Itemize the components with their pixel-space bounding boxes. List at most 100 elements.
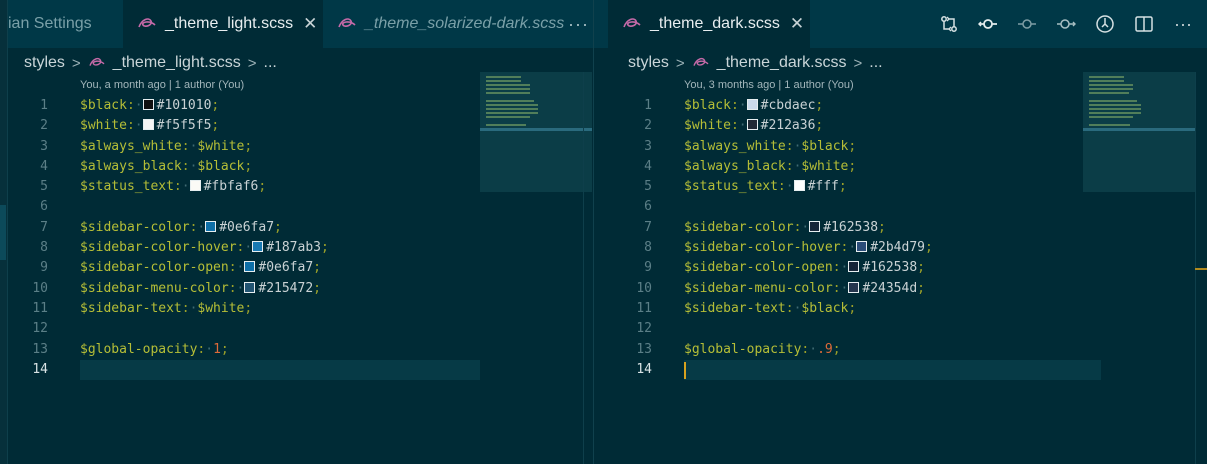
breadcrumb-symbol[interactable]: ... [869,54,882,72]
color-swatch[interactable] [142,119,154,131]
semicolon-token: ; [244,158,253,174]
line-number: 1 [644,98,652,113]
line-number: 3 [644,138,652,154]
timeline-icon[interactable] [1093,12,1117,36]
blame-annotation[interactable]: You, a month ago | 1 author (You) [80,79,244,91]
color-swatch[interactable] [252,241,264,253]
breadcrumb-file[interactable]: _theme_light.scss [113,54,241,72]
colon-token: : [777,179,786,195]
editor-group-left: ian Settings _theme_light.scss ✕ _theme_… [8,0,593,464]
code-editor-right[interactable]: 1 $black:· #cbdaec; 2 $white:· #212a36; 3 $alwa… [612,96,1101,381]
code-editor-left[interactable]: 1 $black:· #101010; 2 $white:· #f5f5f5; 3 $alwa… [8,96,480,381]
whitespace-dot: · [134,118,143,134]
color-swatch[interactable] [793,180,805,192]
code-line: 1 $black:· #cbdaec; [612,96,1101,116]
breadcrumb-file[interactable]: _theme_dark.scss [717,54,847,72]
colon-token: : [730,98,739,113]
minimap-line [1089,80,1124,82]
color-swatch[interactable] [746,99,758,110]
minimap-line [1089,88,1134,90]
split-editor-icon[interactable] [1132,12,1156,36]
whitespace-dot: · [738,118,747,134]
code-line: 3 $always_white:·$white; [8,137,480,157]
close-icon[interactable]: ✕ [790,14,804,34]
tab-theme-dark[interactable]: _theme_dark.scss ✕ [608,0,810,48]
minimap-right[interactable] [1083,72,1195,192]
color-swatch[interactable] [189,180,201,192]
variable-name: $sidebar-color [684,219,794,235]
value-token: $white [197,138,245,154]
value-token: #0e6fa7 [219,219,275,235]
variable-name: $white [684,118,731,134]
color-swatch[interactable] [848,281,860,293]
code-line: 8 $sidebar-color-hover:· #187ab3; [8,238,480,258]
colon-token: : [785,300,794,316]
breadcrumb-symbol[interactable]: ... [264,54,277,72]
tab-theme-light[interactable]: _theme_light.scss ✕ [123,0,323,48]
code-line: 13 $global-opacity:·.9; [612,340,1101,360]
code-line: 1 $black:· #101010; [8,96,480,116]
value-token: #fff [807,179,839,195]
variable-name: $sidebar-menu-color [684,280,833,296]
whitespace-dot: · [848,240,857,256]
line-number: 2 [40,118,48,134]
semicolon-token: ; [244,300,253,316]
breadcrumb: styles > _theme_light.scss > ... [24,52,277,74]
color-swatch[interactable] [244,261,256,273]
minimap-line [486,84,531,86]
code-text: $sidebar-menu-color:· #24354d; [684,279,925,299]
editor-group-right: _theme_dark.scss ✕ ··· styles > _theme_d… [594,0,1207,464]
close-icon[interactable]: ✕ [303,14,317,34]
blame-annotation[interactable]: You, 3 months ago | 1 author (You) [684,79,854,91]
colon-token: : [181,138,190,154]
tab-bar-right: _theme_dark.scss ✕ ··· [594,0,1207,48]
minimap-line [1089,92,1129,94]
scroll-indicator [1195,268,1207,270]
tab-settings[interactable]: ian Settings [8,0,123,48]
value-token: #101010 [156,98,212,113]
value-token: 1 [213,341,221,357]
code-line: 2 $white:· #212a36; [612,116,1101,136]
code-line: 12 [612,319,1101,339]
minimap-cursor-line [1083,128,1195,131]
line-number: 9 [40,260,48,276]
scrollbar-left[interactable] [583,72,593,464]
whitespace-dot: · [205,341,214,357]
tab-theme-solarized-dark[interactable]: _theme_solarized-dark.scss [323,0,565,48]
variable-name: $always_white [684,138,786,154]
text-cursor [684,361,686,379]
chevron-right-icon: > [71,54,81,72]
sass-file-icon [623,18,641,28]
more-actions-icon[interactable]: ··· [568,14,589,35]
compare-changes-icon[interactable] [937,12,961,36]
tab-label: _theme_solarized-dark.scss [365,15,565,32]
minimap-line [486,80,521,82]
color-swatch[interactable] [244,281,256,293]
code-text: $sidebar-text:·$white; [80,299,252,319]
variable-name: $white [80,118,127,134]
color-swatch[interactable] [746,119,758,131]
color-swatch[interactable] [205,220,217,232]
minimap-left[interactable] [480,72,592,192]
color-swatch[interactable] [848,261,860,273]
breadcrumb-folder[interactable]: styles [628,54,669,72]
next-change-icon[interactable] [1054,12,1078,36]
previous-change-icon[interactable] [1015,12,1039,36]
sass-file-icon [693,57,709,66]
value-token: #212a36 [760,118,816,134]
value-token: $black [801,300,849,316]
code-text: $black:· #101010; [80,96,219,116]
semicolon-token: ; [274,219,282,235]
semicolon-token: ; [244,138,253,154]
commit-icon[interactable] [976,12,1000,36]
more-actions-icon[interactable]: ··· [1171,12,1195,36]
colon-token: : [228,260,237,276]
color-swatch[interactable] [856,241,868,253]
breadcrumb-folder[interactable]: styles [24,54,65,72]
color-swatch[interactable] [809,220,821,232]
chevron-right-icon: > [247,54,257,72]
color-swatch[interactable] [142,99,154,110]
line-number: 3 [40,138,48,154]
minimap-line [1089,76,1124,78]
code-text: $sidebar-color:· #162538; [684,218,886,238]
